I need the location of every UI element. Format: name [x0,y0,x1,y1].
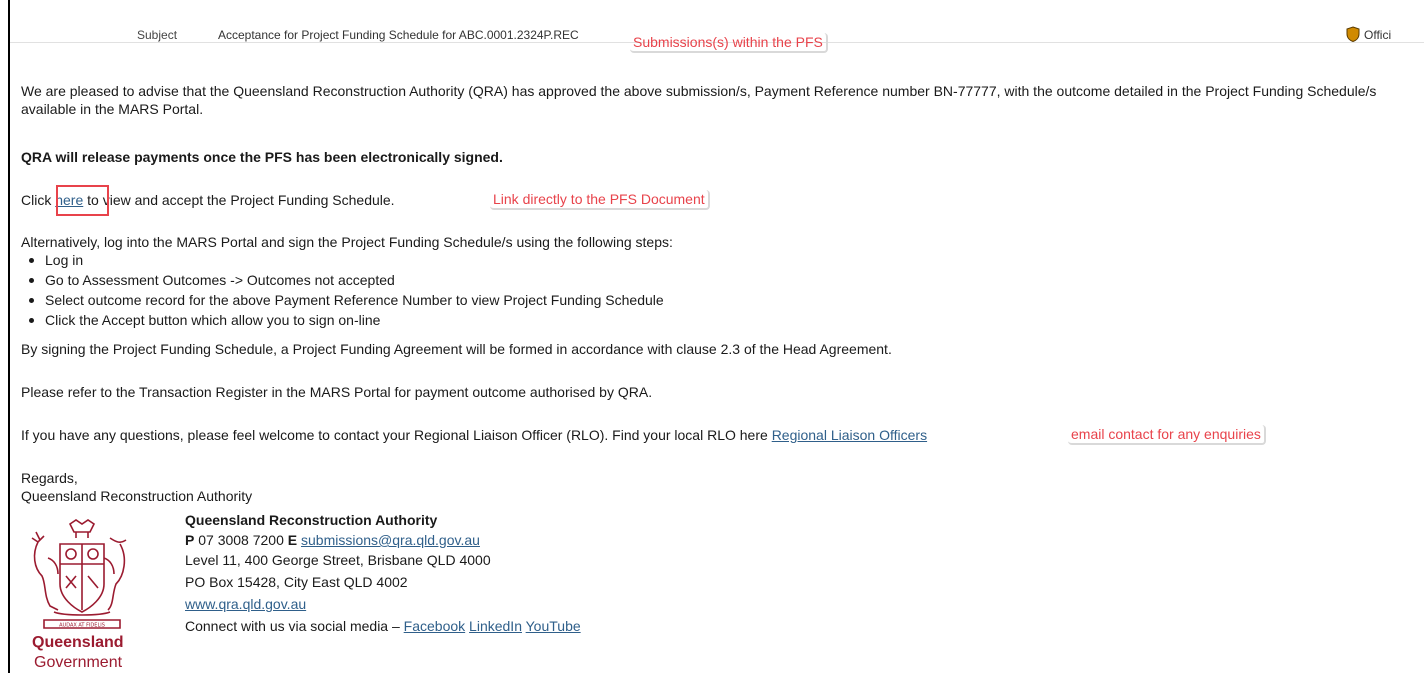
annotation-email-contact: email contact for any enquiries [1068,425,1266,445]
alternative-intro: Alternatively, log into the MARS Portal … [21,234,673,250]
regional-liaison-officers-link[interactable]: Regional Liaison Officers [772,427,927,443]
regards: Regards, [21,470,78,486]
phone-number: 07 3008 7200 [194,532,288,548]
sender-name: Queensland Reconstruction Authority [21,488,253,504]
signature-address-1: Level 11, 400 George Street, Brisbane QL… [185,552,491,568]
social-prefix: Connect with us via social media – [185,618,404,634]
submissions-email-link[interactable]: submissions@qra.qld.gov.au [301,532,480,548]
annotation-submissions: Submissions(s) within the PFS [630,33,828,53]
list-item: Click the Accept button which allow you … [21,310,664,330]
list-item: Log in [21,250,664,270]
phone-label: P [185,532,195,548]
signature-contact-line: P 07 3008 7200 E submissions@qra.qld.gov… [185,532,480,548]
website-link[interactable]: www.qra.qld.gov.au [185,596,306,612]
payment-release-note: QRA will release payments once the PFS h… [21,149,503,165]
subject-value: Acceptance for Project Funding Schedule … [218,28,579,42]
signature-website: www.qra.qld.gov.au [185,596,306,612]
list-item: Go to Assessment Outcomes -> Outcomes no… [21,270,664,290]
signature-org-name: Queensland Reconstruction Authority [185,512,438,528]
annotation-pfs-link: Link directly to the PFS Document [490,190,710,210]
logo-word-queensland: Queensland [32,634,124,651]
transaction-register-note: Please refer to the Transaction Register… [21,384,653,400]
signing-note: By signing the Project Funding Schedule,… [21,341,892,357]
subject-label: Subject [137,28,178,42]
signature-address-2: PO Box 15428, City East QLD 4002 [185,574,408,590]
email-label: E [287,532,298,548]
shield-icon[interactable] [1346,26,1360,42]
questions-line: If you have any questions, please feel w… [21,426,927,444]
facebook-link[interactable]: Facebook [404,618,465,634]
signature-social-line: Connect with us via social media – Faceb… [185,618,581,634]
approval-paragraph: We are pleased to advise that the Queens… [21,83,1377,117]
click-prefix: Click [21,192,56,208]
steps-list: Log in Go to Assessment Outcomes -> Outc… [21,250,664,330]
here-link-highlight [56,185,109,216]
click-suffix: to view and accept the Project Funding S… [83,192,395,208]
linkedin-link[interactable]: LinkedIn [469,618,522,634]
sensitivity-label[interactable]: Offici [1364,28,1391,42]
email-reading-pane: Subject Acceptance for Project Funding S… [8,0,1424,673]
questions-text: If you have any questions, please feel w… [21,427,772,443]
list-item: Select outcome record for the above Paym… [21,290,664,310]
youtube-link[interactable]: YouTube [526,618,581,634]
logo-word-government: Government [34,654,123,671]
crest-motto: AUDAX AT FIDELIS [59,623,105,629]
